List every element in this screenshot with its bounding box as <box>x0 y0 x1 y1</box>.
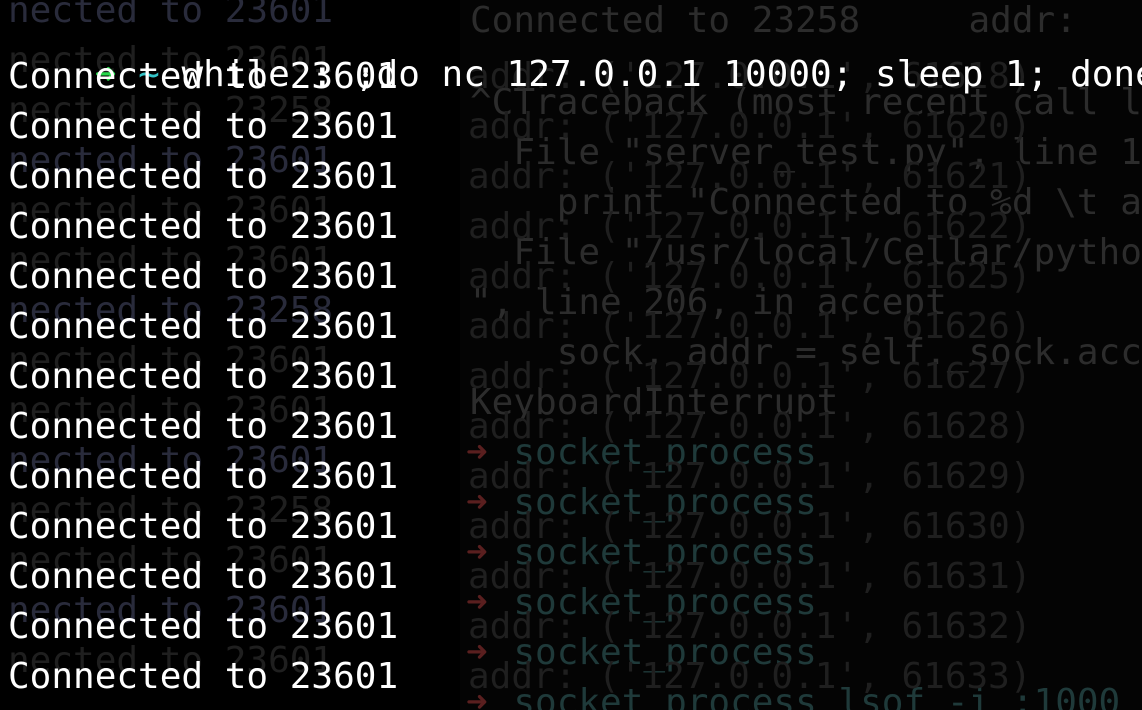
ghost-addr-line: addr: ('127.0.0.1', 61627) <box>468 356 1032 397</box>
output-line: Connected to 23601 <box>8 306 399 347</box>
ghost-addr-line: addr: ('127.0.0.1', 61632) <box>468 606 1032 647</box>
terminal-window[interactable]: nected to 23601 nected to 23601 nected to … <box>0 0 1142 710</box>
output-line: Connected to 23601 <box>8 56 399 97</box>
output-line: Connected to 23601 <box>8 556 399 597</box>
output-line: Connected to 23601 <box>8 456 399 497</box>
output-line: Connected to 23601 <box>8 656 399 697</box>
ghost-addr-line: addr: ('127.0.0.1', 61621) <box>468 156 1032 197</box>
output-line: Connected to 23601 <box>8 606 399 647</box>
output-line: Connected to 23601 <box>8 156 399 197</box>
ghost-addr-line: addr: ('127.0.0.1', 61631) <box>468 556 1032 597</box>
ghost-addr-line: addr: ('127.0.0.1', 61625) <box>468 256 1032 297</box>
ghost-addr-line: addr: ('127.0.0.1', 61630) <box>468 506 1032 547</box>
output-line: Connected to 23601 <box>8 206 399 247</box>
output-line: Connected to 23601 <box>8 406 399 447</box>
output-line: Connected to 23601 <box>8 256 399 297</box>
ghost-addr-line: addr: ('127.0.0.1', 61629) <box>468 456 1032 497</box>
output-line: Connected to 23601 <box>8 356 399 397</box>
ghost-addr-line: addr: ('127.0.0.1', 61622) <box>468 206 1032 247</box>
output-line: Connected to 23601 <box>8 506 399 547</box>
output-line: Connected to 23601 <box>8 106 399 147</box>
ghost-addr-line: addr: ('127.0.0.1', 61626) <box>468 306 1032 347</box>
prompt-line: ➜ ~ while : ;do nc 127.0.0.1 10000; slee… <box>8 0 1142 95</box>
ghost-right-panel: Connected to 23258 addr: ^CTraceback (mos… <box>460 0 1142 710</box>
ghost-addr-line: addr: ('127.0.0.1', 61628) <box>468 406 1032 447</box>
ghost-addr-line: addr: ('127.0.0.1', 61620) <box>468 106 1032 147</box>
ghost-addr-line: addr: ('127.0.0.1', 61633) <box>468 656 1032 697</box>
